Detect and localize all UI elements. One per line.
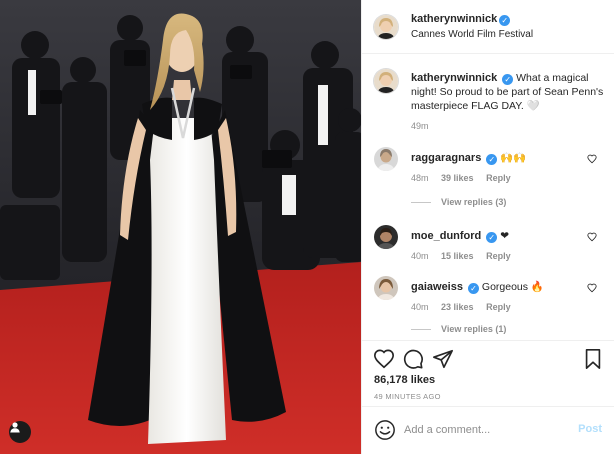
post-actions: 86,178 likes 49 MINUTES AGO — [362, 340, 614, 406]
comment-meta: 40m 15 likes Reply — [411, 251, 521, 261]
comments-list[interactable]: katherynwinnick ✓ What a magical night! S… — [362, 55, 614, 340]
comment-time: 40m — [411, 251, 429, 261]
post-side-panel: katherynwinnick ✓ Cannes World Film Festi… — [361, 0, 614, 454]
comment-text: ❤ — [500, 230, 510, 242]
divider — [411, 202, 431, 204]
post-header: katherynwinnick ✓ Cannes World Film Festi… — [362, 0, 614, 54]
likes-count[interactable]: 86,178 likes — [374, 374, 435, 386]
post-photo[interactable] — [0, 0, 361, 454]
reply-button[interactable]: Reply — [486, 173, 511, 183]
like-comment-heart-icon[interactable] — [587, 283, 597, 293]
commenter-avatar[interactable] — [374, 225, 398, 249]
comment-likes[interactable]: 15 likes — [441, 251, 474, 261]
avatar-image — [374, 147, 398, 171]
author-username[interactable]: katherynwinnick — [411, 13, 497, 25]
caption-username[interactable]: katherynwinnick — [411, 72, 497, 84]
photo-illustration — [0, 0, 361, 454]
caption-time: 49m — [411, 121, 429, 131]
comment-username[interactable]: gaiaweiss — [411, 281, 463, 293]
caption-meta: 49m — [411, 121, 439, 131]
post-comment-button[interactable]: Post — [578, 423, 602, 435]
author-line: katherynwinnick ✓ — [411, 13, 511, 26]
post-timestamp[interactable]: 49 MINUTES AGO — [374, 392, 441, 401]
divider — [411, 329, 431, 331]
comment-time: 48m — [411, 173, 429, 183]
comment-text: Gorgeous 🔥 — [481, 281, 545, 293]
comment-text: 🙌🙌 — [500, 152, 527, 164]
commenter-avatar[interactable] — [374, 147, 398, 171]
avatar-image — [374, 225, 398, 249]
share-icon[interactable] — [432, 348, 454, 370]
caption-avatar[interactable] — [374, 69, 398, 93]
comment-composer: Post — [362, 406, 614, 454]
tagged-users-button[interactable] — [9, 421, 31, 443]
location-link[interactable]: Cannes World Film Festival — [411, 29, 533, 40]
heart-icon[interactable] — [373, 348, 395, 370]
comment-row: raggaragnars ✓ 🙌🙌 48m 39 likes Reply View… — [362, 147, 614, 213]
reply-button[interactable]: Reply — [486, 251, 511, 261]
commenter-avatar[interactable] — [374, 276, 398, 300]
view-replies-label: View replies (1) — [441, 324, 507, 334]
comment-username[interactable]: raggaragnars — [411, 152, 481, 164]
comment-likes[interactable]: 23 likes — [441, 302, 474, 312]
emoji-icon[interactable] — [374, 419, 396, 441]
user-icon — [10, 422, 20, 433]
author-avatar[interactable] — [374, 15, 398, 39]
like-comment-heart-icon[interactable] — [587, 232, 597, 242]
verified-badge-icon: ✓ — [486, 232, 498, 243]
like-comment-heart-icon[interactable] — [587, 154, 597, 164]
view-replies-button[interactable]: View replies (1) — [411, 324, 506, 334]
comment-likes[interactable]: 39 likes — [441, 173, 474, 183]
comment-text-block: moe_dunford ✓ ❤ — [411, 229, 606, 243]
avatar-image — [374, 15, 398, 39]
avatar-image — [374, 276, 398, 300]
view-replies-button[interactable]: View replies (3) — [411, 197, 506, 207]
comment-text-block: raggaragnars ✓ 🙌🙌 — [411, 151, 606, 165]
comment-input[interactable] — [404, 419, 569, 441]
instagram-post: katherynwinnick ✓ Cannes World Film Festi… — [0, 0, 614, 454]
comment-text-block: gaiaweiss ✓ Gorgeous 🔥 — [411, 280, 606, 294]
comment-row: moe_dunford ✓ ❤ 40m 15 likes Reply — [362, 225, 614, 265]
comment-meta: 48m 39 likes Reply — [411, 173, 521, 183]
bookmark-icon[interactable] — [582, 348, 604, 370]
comment-icon[interactable] — [402, 348, 424, 370]
verified-badge-icon: ✓ — [502, 74, 514, 85]
view-replies-label: View replies (3) — [441, 197, 507, 207]
verified-badge-icon: ✓ — [499, 15, 511, 26]
avatar-image — [374, 69, 398, 93]
reply-button[interactable]: Reply — [486, 302, 511, 312]
comment-meta: 40m 23 likes Reply — [411, 302, 521, 312]
verified-badge-icon: ✓ — [467, 283, 479, 294]
caption-row: katherynwinnick ✓ What a magical night! S… — [362, 69, 614, 139]
comment-time: 40m — [411, 302, 429, 312]
verified-badge-icon: ✓ — [486, 154, 498, 165]
comment-username[interactable]: moe_dunford — [411, 230, 481, 242]
comment-row: gaiaweiss ✓ Gorgeous 🔥 40m 23 likes Reply… — [362, 276, 614, 340]
caption-text-block: katherynwinnick ✓ What a magical night! S… — [411, 71, 606, 113]
